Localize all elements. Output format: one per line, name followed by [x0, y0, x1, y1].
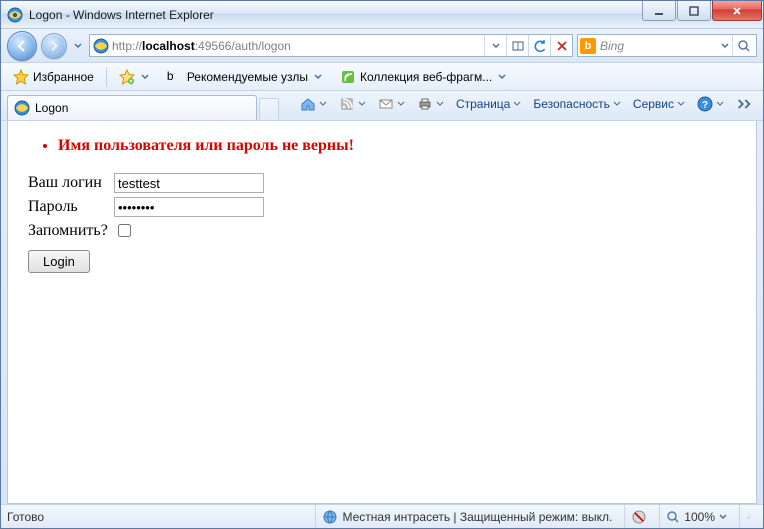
- page-icon: [93, 38, 109, 54]
- close-button[interactable]: [712, 1, 762, 21]
- error-list: Имя пользователя или пароль не верны!: [40, 137, 736, 155]
- password-row: Пароль: [28, 197, 736, 217]
- titlebar: Logon - Windows Internet Explorer: [1, 1, 763, 29]
- favorites-label: Избранное: [33, 70, 94, 84]
- address-bar[interactable]: http://localhost:49566/auth/logon: [89, 34, 573, 57]
- chevron-down-icon: [358, 100, 366, 108]
- search-placeholder: Bing: [600, 39, 718, 53]
- safety-menu[interactable]: Безопасность: [528, 93, 626, 115]
- ie-icon: [7, 7, 23, 23]
- tools-menu[interactable]: Сервис: [628, 93, 690, 115]
- chevron-down-icon: [436, 100, 444, 108]
- login-label: Ваш логин: [28, 174, 114, 192]
- ie-tab-icon: [14, 100, 30, 116]
- feeds-button[interactable]: [334, 93, 371, 115]
- maximize-button[interactable]: [677, 1, 711, 21]
- window-title: Logon - Windows Internet Explorer: [29, 8, 214, 22]
- web-slices-label: Коллекция веб-фрагм...: [360, 70, 492, 84]
- chevron-down-icon: [677, 100, 685, 108]
- page-content: Имя пользователя или пароль не верны! Ва…: [7, 121, 757, 504]
- read-mail-button[interactable]: [373, 93, 410, 115]
- star-add-icon: [119, 69, 135, 85]
- shield-off-icon: [631, 509, 647, 525]
- remember-label: Запомнить?: [28, 222, 114, 240]
- navigation-bar: http://localhost:49566/auth/logon b Bing: [1, 29, 763, 63]
- web-slice-icon: [340, 69, 356, 85]
- tab-active[interactable]: Logon: [7, 95, 257, 120]
- password-label: Пароль: [28, 198, 114, 216]
- print-icon: [417, 96, 433, 112]
- globe-icon: [322, 509, 338, 525]
- url-text: http://localhost:49566/auth/logon: [112, 39, 484, 53]
- star-icon: [13, 69, 29, 85]
- bing-small-icon: b: [167, 69, 183, 85]
- chevron-down-icon: [613, 100, 621, 108]
- minimize-button[interactable]: [642, 1, 676, 21]
- separator: [106, 67, 107, 87]
- error-message: Имя пользователя или пароль не верны!: [58, 137, 736, 155]
- chevron-down-icon: [719, 513, 727, 521]
- add-favorite-button[interactable]: [113, 66, 155, 88]
- mail-icon: [378, 96, 394, 112]
- zoom-icon: [666, 510, 680, 524]
- help-icon: ?: [697, 96, 713, 112]
- search-box[interactable]: b Bing: [577, 34, 757, 57]
- command-overflow[interactable]: [731, 93, 757, 115]
- home-button[interactable]: [295, 93, 332, 115]
- web-slices-link[interactable]: Коллекция веб-фрагм...: [334, 66, 512, 88]
- grip-icon: [746, 511, 751, 523]
- zone-panel[interactable]: Местная интрасеть | Защищенный режим: вы…: [315, 505, 618, 528]
- remember-row: Запомнить?: [28, 221, 736, 240]
- bing-icon: b: [580, 38, 596, 54]
- refresh-button[interactable]: [528, 35, 550, 56]
- window-buttons: [641, 1, 762, 28]
- search-go-button[interactable]: [732, 35, 754, 56]
- back-button[interactable]: [7, 31, 37, 61]
- login-row: Ваш логин: [28, 173, 736, 193]
- chevron-down-icon: [513, 100, 521, 108]
- compat-view-button[interactable]: [506, 35, 528, 56]
- chevron-down-icon: [716, 100, 724, 108]
- chevron-down-icon: [314, 73, 322, 81]
- status-ready: Готово: [7, 510, 44, 524]
- tab-bar: Logon Страница Безопасность Сервис ?: [1, 91, 763, 121]
- remember-checkbox[interactable]: [118, 224, 131, 237]
- search-provider-dropdown[interactable]: [718, 35, 732, 57]
- status-bar: Готово Местная интрасеть | Защищенный ре…: [1, 504, 763, 528]
- feed-icon: [339, 96, 355, 112]
- resize-grip[interactable]: [739, 505, 757, 528]
- favorites-bar: Избранное b Рекомендуемые узлы Коллекция…: [1, 63, 763, 91]
- url-dropdown[interactable]: [484, 35, 506, 56]
- new-tab-button[interactable]: [259, 98, 279, 120]
- help-button[interactable]: ?: [692, 93, 729, 115]
- svg-text:?: ?: [702, 100, 708, 111]
- home-icon: [300, 96, 316, 112]
- chevron-right-icon: [736, 96, 752, 112]
- login-button[interactable]: Login: [28, 250, 90, 273]
- login-input[interactable]: [114, 173, 264, 193]
- chevron-down-icon: [141, 73, 149, 81]
- zoom-panel[interactable]: 100%: [659, 505, 733, 528]
- recommended-sites-link[interactable]: b Рекомендуемые узлы: [161, 66, 328, 88]
- chevron-down-icon: [319, 100, 327, 108]
- zone-text: Местная интрасеть | Защищенный режим: вы…: [342, 510, 612, 524]
- chevron-down-icon: [397, 100, 405, 108]
- nav-history-dropdown[interactable]: [71, 35, 85, 57]
- command-bar: Страница Безопасность Сервис ?: [295, 91, 757, 120]
- browser-window: Logon - Windows Internet Explorer http:/…: [0, 0, 764, 529]
- password-input[interactable]: [114, 197, 264, 217]
- favorites-button[interactable]: Избранное: [7, 66, 100, 88]
- recommended-sites-label: Рекомендуемые узлы: [187, 70, 308, 84]
- stop-button[interactable]: [550, 35, 572, 56]
- print-button[interactable]: [412, 93, 449, 115]
- protected-mode-toggle[interactable]: [624, 505, 653, 528]
- tab-label: Logon: [35, 101, 68, 115]
- chevron-down-icon: [498, 73, 506, 81]
- forward-button[interactable]: [41, 33, 67, 59]
- page-menu[interactable]: Страница: [451, 93, 526, 115]
- zoom-text: 100%: [684, 510, 715, 524]
